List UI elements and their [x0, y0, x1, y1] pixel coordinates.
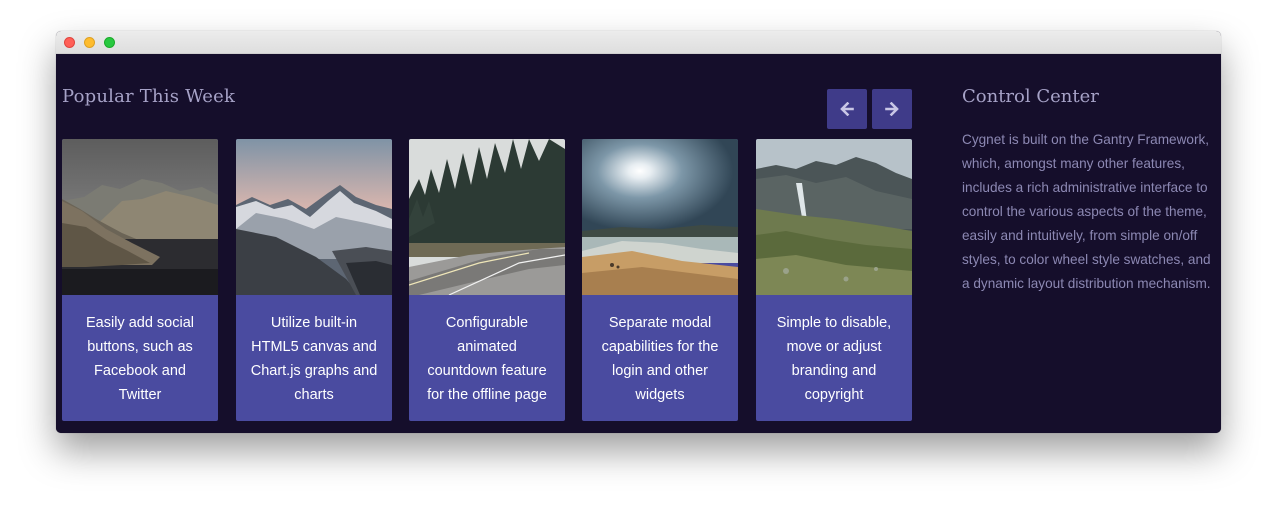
arrow-right-icon	[885, 102, 899, 116]
feature-card[interactable]: Easily add social buttons, such as Faceb…	[62, 139, 218, 421]
feature-card[interactable]: Simple to disable, move or adjust brandi…	[756, 139, 912, 421]
feature-card-caption: Configurable animated countdown feature …	[427, 315, 547, 403]
misty-cliffs-photo	[756, 139, 912, 295]
minimize-window-button[interactable]	[84, 37, 95, 48]
browser-window: Popular This Week Easily add social butt…	[56, 31, 1221, 433]
arrow-left-icon	[840, 102, 854, 116]
forest-road-photo	[409, 139, 565, 295]
page-content: Popular This Week Easily add social butt…	[56, 54, 1221, 433]
feature-card-caption: Separate modal capabilities for the logi…	[601, 315, 719, 403]
control-center-title: Control Center	[962, 86, 1099, 107]
window-titlebar	[56, 31, 1221, 54]
feature-card[interactable]: Utilize built-in HTML5 canvas and Chart.…	[236, 139, 392, 421]
snowy-mountains-photo	[236, 139, 392, 295]
feature-card-caption: Simple to disable, move or adjust brandi…	[776, 315, 892, 403]
sunny-beach-photo	[582, 139, 738, 295]
close-window-button[interactable]	[64, 37, 75, 48]
maximize-window-button[interactable]	[104, 37, 115, 48]
feature-card[interactable]: Separate modal capabilities for the logi…	[582, 139, 738, 421]
carousel-prev-button[interactable]	[827, 89, 867, 129]
carousel-next-button[interactable]	[872, 89, 912, 129]
feature-card-caption: Easily add social buttons, such as Faceb…	[86, 315, 194, 403]
feature-card[interactable]: Configurable animated countdown feature …	[409, 139, 565, 421]
control-center-description: Cygnet is built on the Gantry Framework,…	[962, 132, 1211, 291]
feature-card-caption: Utilize built-in HTML5 canvas and Chart.…	[250, 315, 378, 403]
popular-section-title: Popular This Week	[62, 86, 236, 107]
coastal-mountains-photo	[62, 139, 218, 295]
